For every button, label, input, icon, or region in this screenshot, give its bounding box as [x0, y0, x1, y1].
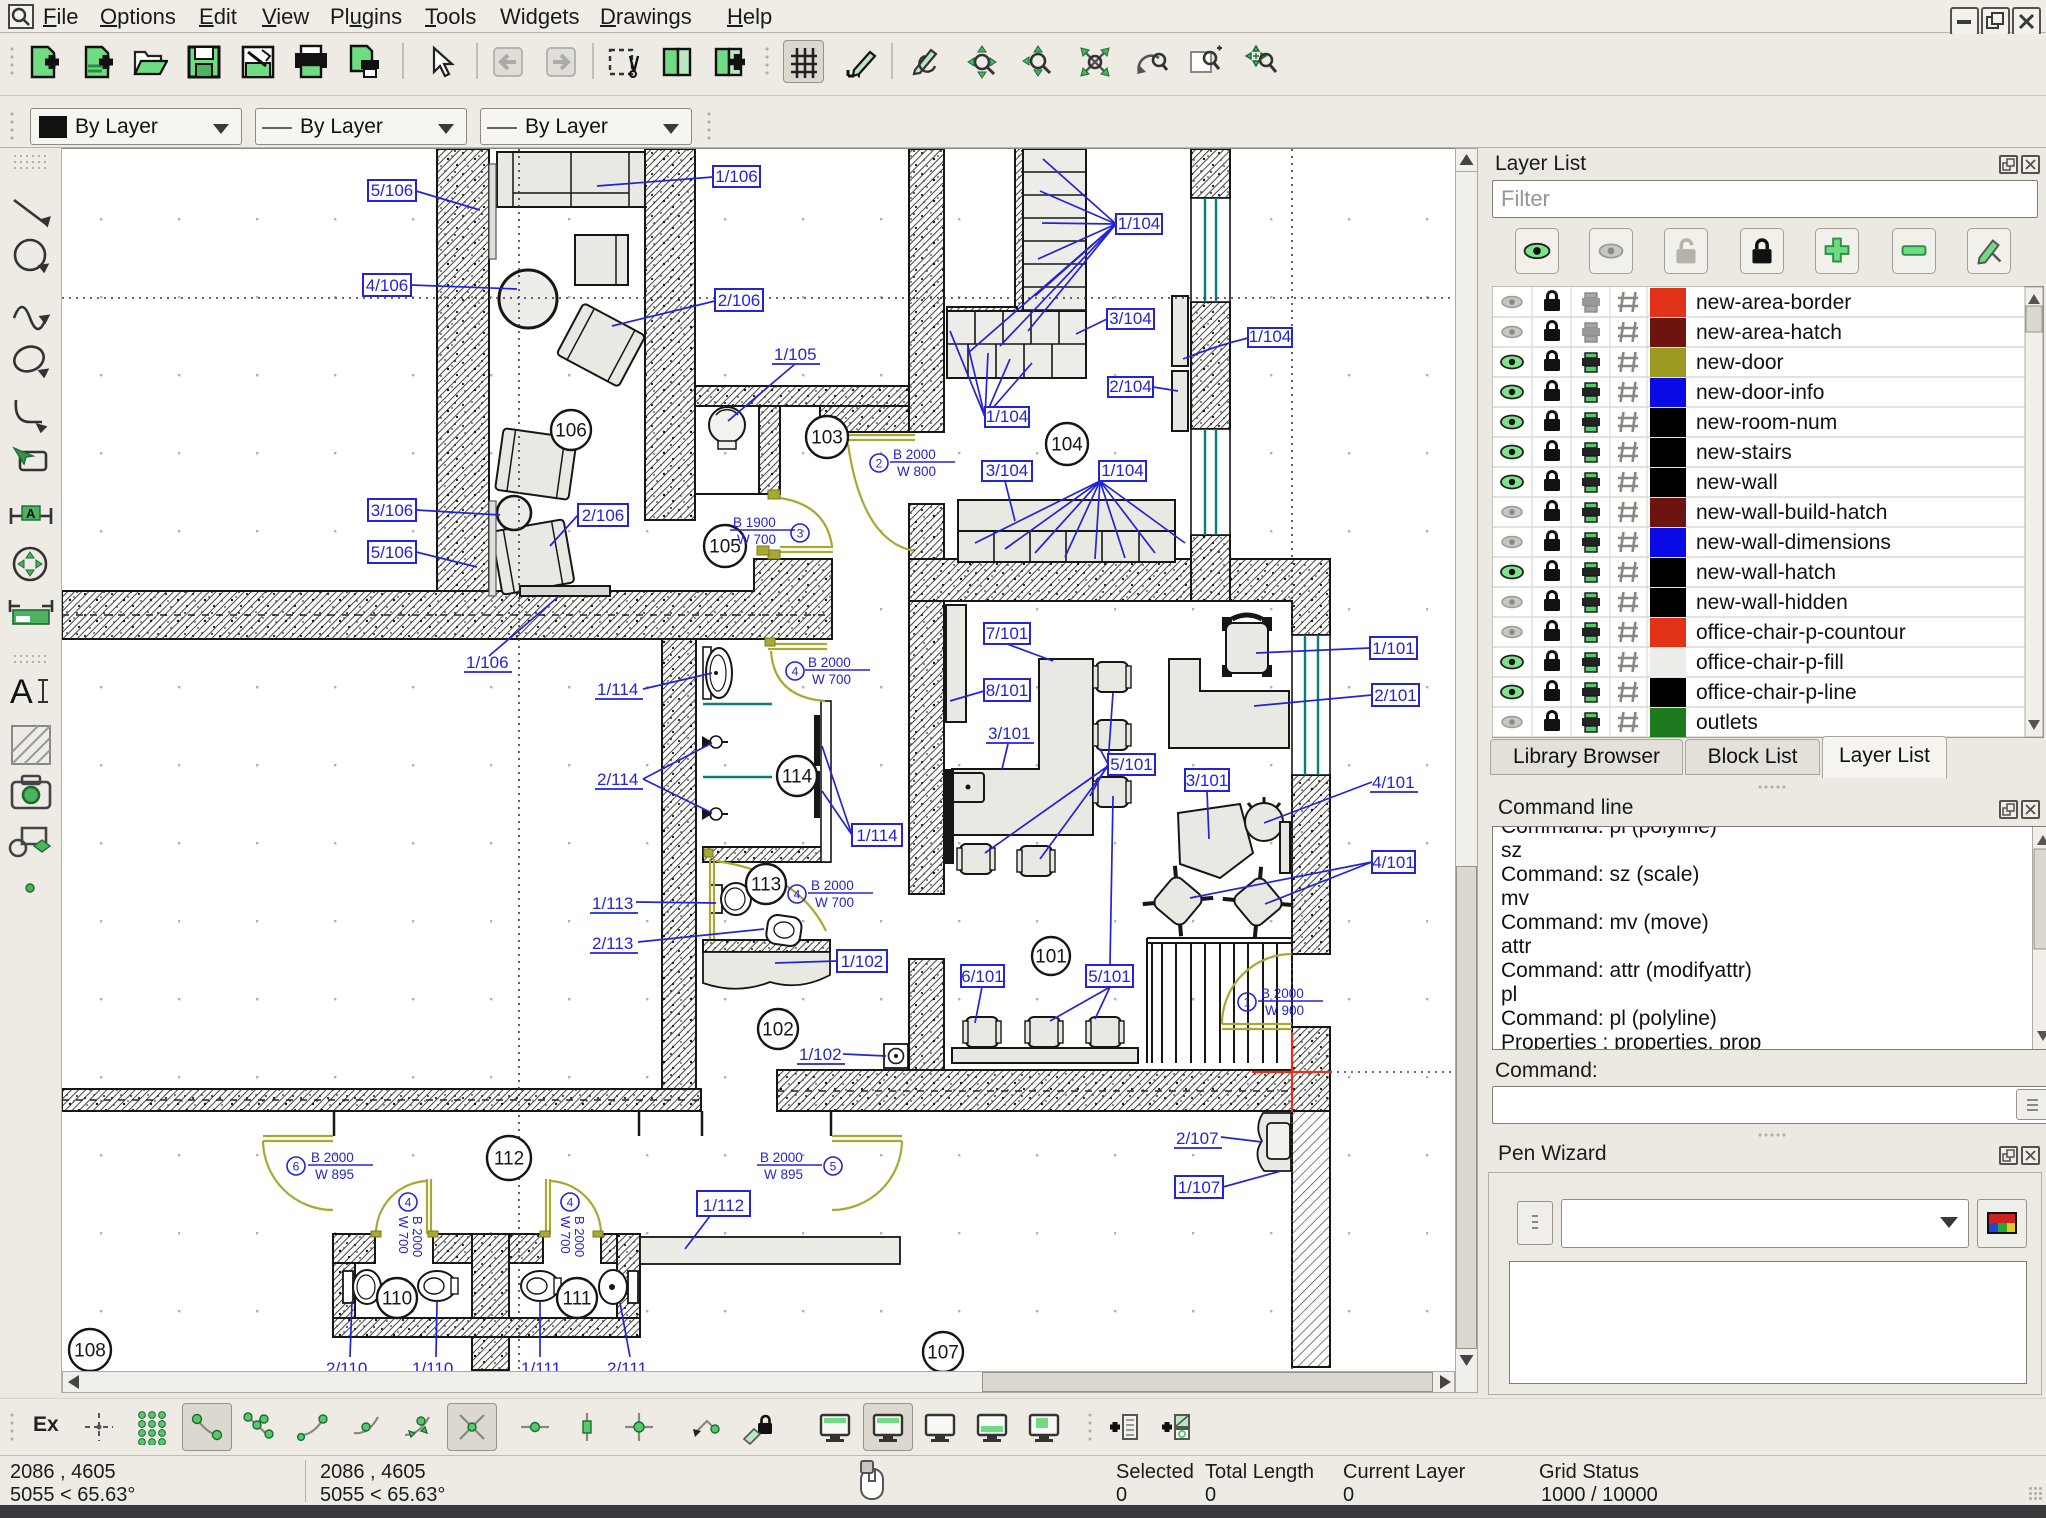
svg-text:B 2000: B 2000 — [311, 1150, 354, 1165]
svg-text:111: 111 — [563, 1289, 592, 1310]
svg-text:B 2000: B 2000 — [760, 1150, 803, 1165]
svg-text:5/101: 5/101 — [1110, 755, 1153, 774]
svg-text:W 700: W 700 — [737, 532, 776, 547]
svg-text:1/106: 1/106 — [466, 653, 509, 672]
svg-text:new-stairs: new-stairs — [1696, 441, 1792, 464]
svg-text:6/101: 6/101 — [961, 967, 1004, 986]
svg-text:2/113: 2/113 — [592, 934, 633, 953]
svg-text:2/114: 2/114 — [597, 770, 638, 789]
svg-text:2/101: 2/101 — [1374, 686, 1417, 705]
svg-text:new-door: new-door — [1696, 351, 1784, 374]
svg-text:1/104: 1/104 — [1118, 214, 1161, 233]
svg-text:office-chair-p-countour: office-chair-p-countour — [1696, 621, 1906, 644]
svg-text:new-wall-dimensions: new-wall-dimensions — [1696, 531, 1891, 554]
svg-text:110: 110 — [382, 1289, 412, 1310]
svg-text:2: 2 — [876, 457, 883, 471]
svg-text:102: 102 — [762, 1020, 794, 1041]
svg-text:B 2000: B 2000 — [410, 1216, 425, 1257]
svg-text:W 895: W 895 — [764, 1167, 803, 1182]
svg-text:4: 4 — [794, 888, 801, 902]
svg-text:new-door-info: new-door-info — [1696, 381, 1824, 404]
svg-text:3/101: 3/101 — [1186, 771, 1229, 790]
svg-text:112: 112 — [494, 1149, 524, 1170]
svg-text:new-room-num: new-room-num — [1696, 411, 1837, 434]
svg-text:B 2000: B 2000 — [808, 655, 851, 670]
svg-text:3/106: 3/106 — [371, 501, 414, 520]
svg-text:1/101: 1/101 — [1372, 639, 1415, 658]
svg-text:W 700: W 700 — [815, 895, 854, 910]
svg-text:W 700: W 700 — [812, 672, 851, 687]
svg-text:new-wall-hidden: new-wall-hidden — [1696, 591, 1848, 614]
svg-text:5/101: 5/101 — [1088, 967, 1131, 986]
svg-text:108: 108 — [74, 1341, 106, 1362]
svg-text:3/104: 3/104 — [1109, 309, 1152, 328]
svg-text:A: A — [26, 506, 36, 521]
svg-text:new-area-hatch: new-area-hatch — [1696, 321, 1842, 344]
svg-text:2/106: 2/106 — [582, 506, 625, 525]
svg-text:1/102: 1/102 — [841, 952, 884, 971]
svg-text:W 800: W 800 — [897, 464, 936, 479]
svg-text:office-chair-p-line: office-chair-p-line — [1696, 681, 1857, 704]
svg-text:103: 103 — [811, 428, 843, 449]
svg-text:101: 101 — [1035, 947, 1067, 968]
svg-text:7/101: 7/101 — [986, 624, 1029, 643]
svg-text:1/104: 1/104 — [1101, 461, 1144, 480]
svg-text:106: 106 — [555, 421, 587, 442]
svg-text:1/114: 1/114 — [597, 680, 638, 699]
svg-text:W 700: W 700 — [558, 1216, 573, 1254]
svg-text:new-area-border: new-area-border — [1696, 291, 1851, 314]
svg-text:new-wall: new-wall — [1696, 471, 1778, 494]
svg-text:5/106: 5/106 — [371, 543, 414, 562]
svg-text:B 2000: B 2000 — [811, 878, 854, 893]
svg-text:4/101: 4/101 — [1372, 773, 1415, 792]
svg-text:8/101: 8/101 — [986, 681, 1029, 700]
svg-text:B 2000: B 2000 — [893, 447, 936, 462]
svg-text:1/102: 1/102 — [799, 1045, 842, 1064]
svg-text:new-wall-hatch: new-wall-hatch — [1696, 561, 1836, 584]
svg-text:4/106: 4/106 — [366, 276, 409, 295]
svg-text:B 2000: B 2000 — [1261, 986, 1304, 1001]
svg-text:2/106: 2/106 — [718, 291, 761, 310]
svg-text:107: 107 — [927, 1343, 959, 1364]
svg-text:B 2000: B 2000 — [572, 1216, 587, 1257]
svg-text:1/113: 1/113 — [592, 894, 633, 913]
svg-text:5: 5 — [830, 1160, 837, 1174]
svg-text:1/104: 1/104 — [986, 407, 1029, 426]
svg-text:2/107: 2/107 — [1176, 1129, 1219, 1148]
svg-text:113: 113 — [751, 875, 781, 896]
svg-text:3/104: 3/104 — [986, 461, 1029, 480]
svg-text:new-wall-build-hatch: new-wall-build-hatch — [1696, 501, 1887, 524]
svg-text:4: 4 — [405, 1196, 412, 1210]
svg-text:office-chair-p-fill: office-chair-p-fill — [1696, 651, 1844, 674]
svg-text:4/101: 4/101 — [1372, 853, 1415, 872]
svg-text:A: A — [10, 673, 33, 711]
svg-text:1/114: 1/114 — [856, 826, 897, 845]
svg-text:1/105: 1/105 — [774, 345, 817, 364]
svg-text:1/106: 1/106 — [715, 167, 758, 186]
svg-text:1/107: 1/107 — [1178, 1178, 1221, 1197]
svg-text:6: 6 — [293, 1160, 300, 1174]
svg-text:W 700: W 700 — [396, 1216, 411, 1254]
svg-text:5/106: 5/106 — [371, 181, 414, 200]
svg-text:B 1900: B 1900 — [733, 515, 776, 530]
svg-text:4: 4 — [792, 665, 799, 679]
svg-text:104: 104 — [1051, 435, 1083, 456]
svg-text:W 895: W 895 — [315, 1167, 354, 1182]
svg-text:W 900: W 900 — [1265, 1003, 1304, 1018]
svg-text:4: 4 — [567, 1196, 574, 1210]
svg-text:2/104: 2/104 — [1109, 377, 1152, 396]
svg-text:114: 114 — [782, 767, 813, 788]
svg-text:outlets: outlets — [1696, 711, 1758, 734]
svg-text:3: 3 — [797, 527, 804, 541]
svg-text:1/112: 1/112 — [703, 1196, 744, 1215]
svg-text:3/101: 3/101 — [988, 724, 1031, 743]
svg-text:1/104: 1/104 — [1249, 327, 1292, 346]
svg-text:1: 1 — [1244, 996, 1251, 1010]
